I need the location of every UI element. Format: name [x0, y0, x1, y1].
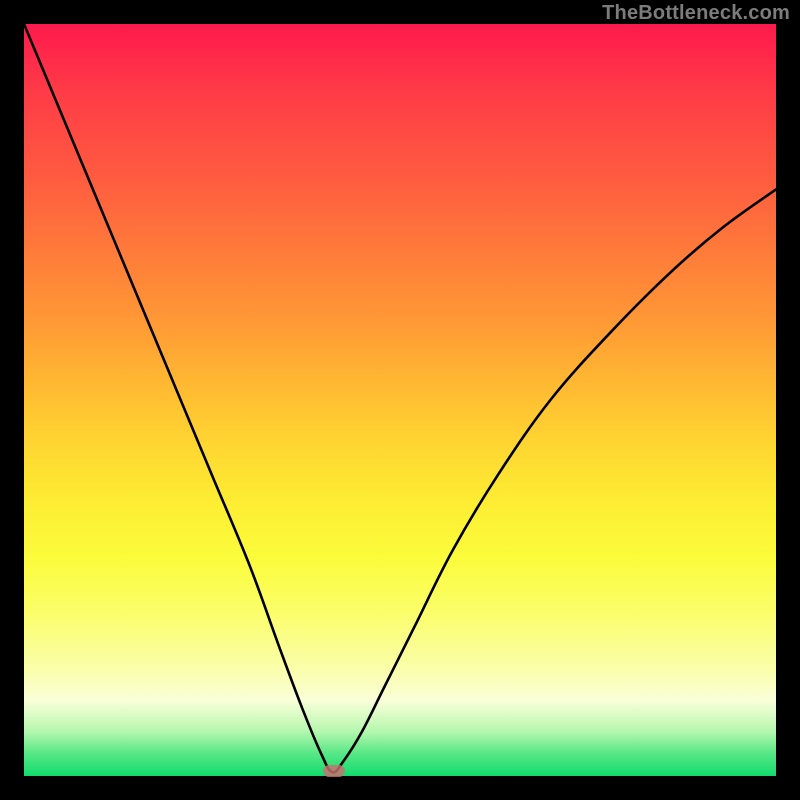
plot-area	[24, 24, 776, 776]
chart-frame: TheBottleneck.com	[0, 0, 800, 800]
watermark-text: TheBottleneck.com	[602, 2, 790, 25]
bottleneck-curve	[24, 24, 776, 772]
curve-svg	[24, 24, 776, 776]
optimum-marker	[323, 765, 345, 777]
